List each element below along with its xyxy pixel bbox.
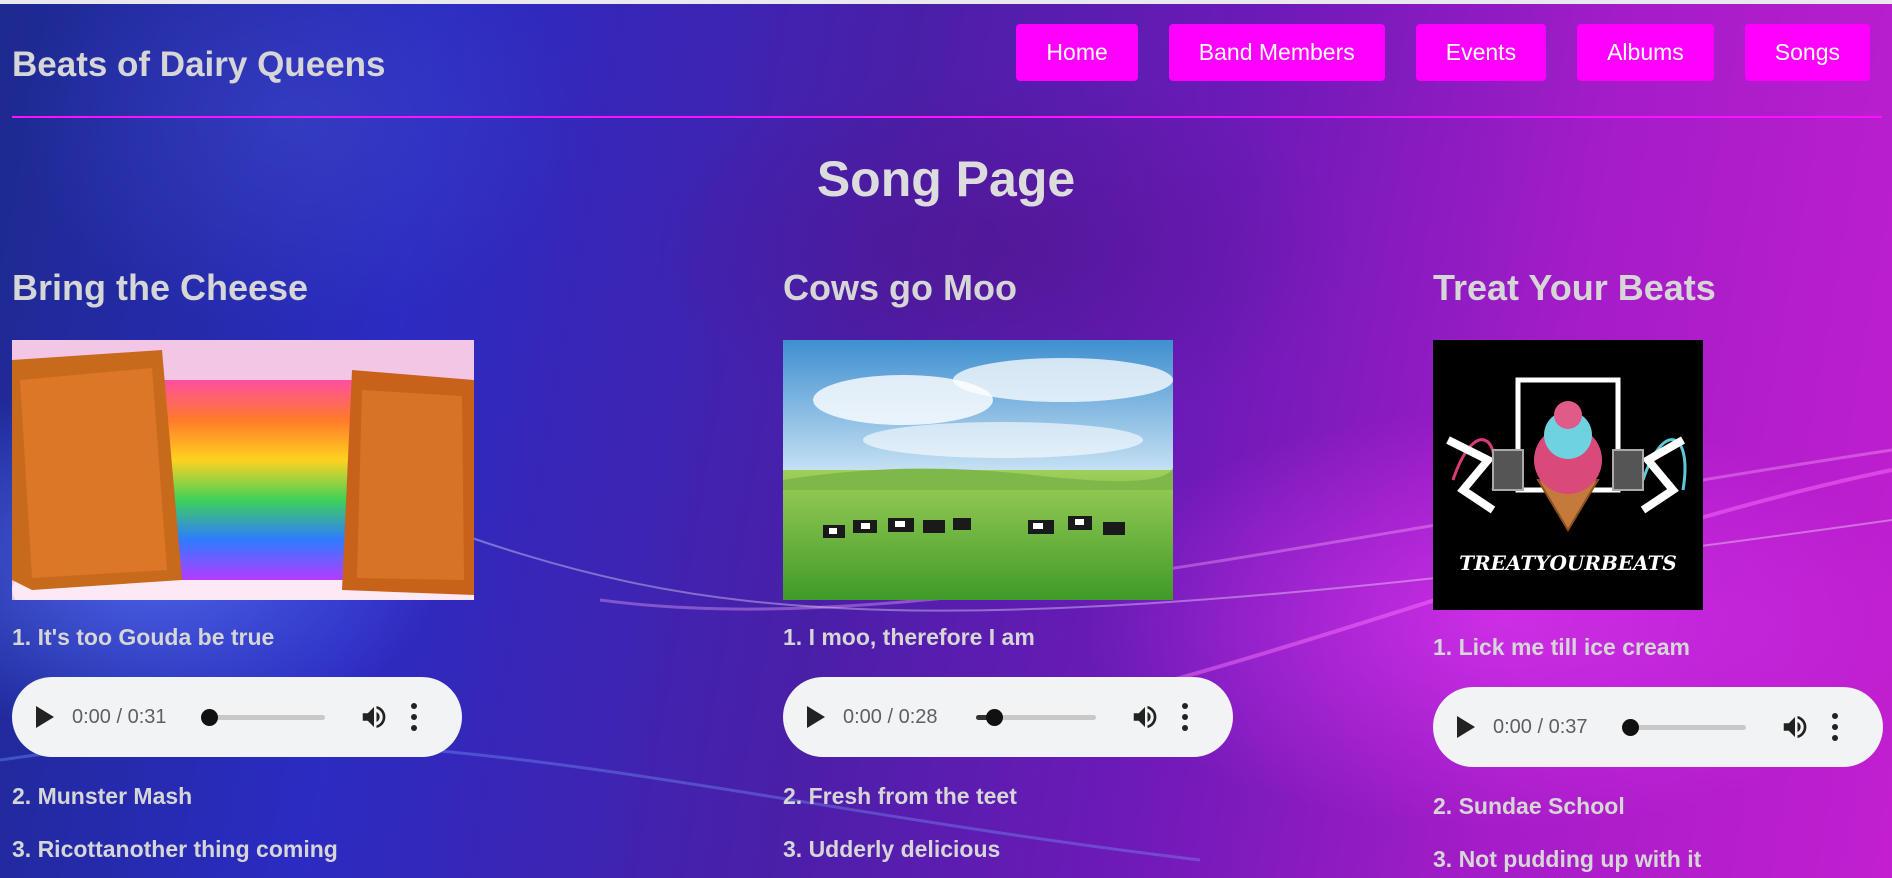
nav-events-button[interactable]: Events bbox=[1415, 24, 1547, 81]
play-icon[interactable] bbox=[1457, 716, 1475, 738]
seek-slider[interactable] bbox=[201, 708, 325, 726]
seek-slider[interactable] bbox=[1622, 718, 1746, 736]
page-title: Song Page bbox=[816, 151, 1076, 207]
audio-player[interactable]: 0:00 / 0:28 bbox=[783, 677, 1233, 757]
track-2: 2. Fresh from the teet bbox=[783, 783, 1017, 809]
cover-text: TREATYOURBEATS bbox=[1459, 551, 1677, 575]
track-3: 3. Udderly delicious bbox=[783, 836, 1001, 862]
track-2: 2. Sundae School bbox=[1433, 793, 1625, 819]
track-1: 1. Lick me till ice cream bbox=[1433, 634, 1690, 660]
track-1: 1. I moo, therefore I am bbox=[783, 624, 1035, 650]
nav-band-members-button[interactable]: Band Members bbox=[1168, 24, 1385, 81]
audio-player[interactable]: 0:00 / 0:37 bbox=[1433, 687, 1883, 767]
album-cover-image bbox=[12, 340, 474, 600]
album-cover-image bbox=[783, 340, 1173, 600]
track-3: 3. Ricottanother thing coming bbox=[12, 836, 338, 862]
album-cows-go-moo: Cows go Moo 1. I moo, therefore I am 0:0… bbox=[783, 268, 1233, 863]
window-top-border bbox=[0, 0, 1892, 4]
seek-handle[interactable] bbox=[201, 708, 218, 726]
track-2: 2. Munster Mash bbox=[12, 783, 193, 809]
header-divider bbox=[12, 116, 1882, 118]
album-title: Treat Your Beats bbox=[1433, 267, 1716, 308]
player-time: 0:00 / 0:37 bbox=[1493, 715, 1588, 738]
seek-handle[interactable] bbox=[1622, 718, 1639, 736]
player-time: 0:00 / 0:31 bbox=[72, 705, 167, 728]
audio-player[interactable]: 0:00 / 0:31 bbox=[12, 677, 462, 757]
more-options-icon[interactable] bbox=[411, 703, 417, 731]
album-treat-your-beats: Treat Your Beats TREATYOURBEATS 1. Lick … bbox=[1433, 268, 1883, 873]
album-cover-image: TREATYOURBEATS bbox=[1433, 340, 1703, 610]
main-nav: Home Band Members Events Albums Songs bbox=[1016, 24, 1870, 81]
play-icon[interactable] bbox=[36, 706, 54, 728]
track-3: 3. Not pudding up with it bbox=[1433, 846, 1702, 872]
volume-icon[interactable] bbox=[1780, 712, 1810, 742]
album-bring-the-cheese: Bring the Cheese 1. It's too Gouda be tr… bbox=[12, 268, 474, 863]
nav-albums-button[interactable]: Albums bbox=[1577, 24, 1714, 81]
player-time: 0:00 / 0:28 bbox=[843, 705, 938, 728]
nav-home-button[interactable]: Home bbox=[1016, 24, 1138, 81]
track-1: 1. It's too Gouda be true bbox=[12, 624, 275, 650]
more-options-icon[interactable] bbox=[1832, 713, 1838, 741]
nav-songs-button[interactable]: Songs bbox=[1744, 24, 1870, 81]
volume-icon[interactable] bbox=[359, 702, 389, 732]
seek-slider[interactable] bbox=[976, 708, 1096, 726]
more-options-icon[interactable] bbox=[1182, 703, 1188, 731]
album-title: Cows go Moo bbox=[783, 267, 1017, 308]
album-title: Bring the Cheese bbox=[12, 267, 309, 308]
seek-handle[interactable] bbox=[986, 708, 1004, 726]
volume-icon[interactable] bbox=[1130, 702, 1160, 732]
play-icon[interactable] bbox=[807, 706, 825, 728]
site-title: Beats of Dairy Queens bbox=[12, 45, 386, 84]
